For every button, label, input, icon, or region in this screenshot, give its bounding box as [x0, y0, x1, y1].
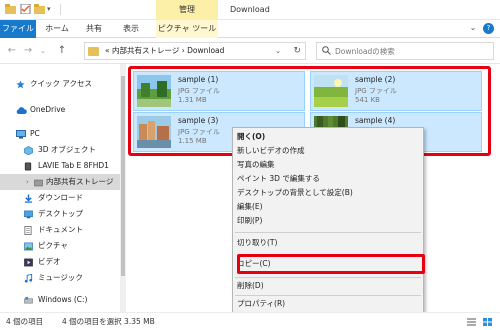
folder-icon — [5, 4, 16, 14]
sidebar-item-internal-storage[interactable]: › 内部共有ストレージ — [0, 174, 120, 190]
title-bar: ▾ 管理 Download — [0, 0, 500, 20]
manage-context-header: 管理 — [156, 0, 218, 20]
menu-separator — [235, 295, 421, 296]
sidebar-scrollbar[interactable] — [120, 64, 126, 312]
menu-item-properties[interactable]: プロパティ(R) — [233, 297, 423, 311]
breadcrumb: « 内部共有ストレージ › Download — [105, 43, 224, 59]
navigation-pane: クイック アクセス OneDrive PC 3D オブジェクト LAVIE Ta… — [0, 64, 120, 312]
folder-icon — [88, 47, 99, 56]
menu-separator — [235, 232, 421, 233]
sidebar-item-label: Windows (C:) — [38, 295, 88, 304]
new-folder-icon[interactable] — [34, 4, 45, 14]
breadcrumb-overflow[interactable]: « — [105, 46, 110, 55]
menu-item-edit[interactable]: 編集(E) — [233, 200, 423, 214]
menu-separator — [235, 277, 421, 278]
search-box — [316, 42, 494, 60]
sidebar-item-onedrive[interactable]: OneDrive — [0, 102, 120, 118]
window-title: Download — [230, 5, 270, 14]
computer-icon — [16, 130, 26, 139]
ribbon-tabs: ファイル ホーム 共有 表示 ピクチャ ツール ⌄ ? — [0, 20, 500, 38]
expand-ribbon-icon[interactable]: ⌄ — [468, 23, 478, 33]
sidebar-item-pc[interactable]: PC — [0, 126, 120, 142]
sidebar-item-videos[interactable]: ビデオ — [0, 254, 120, 270]
help-icon[interactable]: ? — [483, 23, 494, 34]
tab-picture-tools[interactable]: ピクチャ ツール — [156, 20, 218, 38]
status-bar: 4 個の項目 4 個の項目を選択 3.35 MB — [0, 312, 500, 330]
sidebar-item-label: 3D オブジェクト — [38, 145, 96, 154]
tablet-icon — [24, 162, 32, 171]
large-icons-view-icon[interactable] — [482, 317, 493, 327]
menu-item-open[interactable]: 開く(O) — [233, 130, 423, 144]
sidebar-item-pictures[interactable]: ピクチャ — [0, 238, 120, 254]
sidebar-item-label: デスクトップ — [38, 209, 83, 218]
menu-item-delete[interactable]: 削除(D) — [233, 279, 423, 293]
sidebar-item-label: クイック アクセス — [30, 79, 93, 88]
breadcrumb-item-internal-storage[interactable]: 内部共有ストレージ — [112, 46, 179, 55]
video-icon — [24, 258, 33, 267]
sidebar-item-documents[interactable]: ドキュメント — [0, 222, 120, 238]
storage-icon — [34, 179, 43, 187]
sidebar-item-lavie-tab[interactable]: LAVIE Tab E 8FHD1 — [0, 158, 120, 174]
sidebar-item-desktop[interactable]: デスクトップ — [0, 206, 120, 222]
item-count: 4 個の項目 — [6, 317, 44, 326]
manage-context-label: 管理 — [179, 5, 195, 14]
sidebar-item-music[interactable]: ミュージック — [0, 270, 120, 286]
breadcrumb-item-download[interactable]: Download — [187, 46, 224, 55]
search-icon — [322, 46, 331, 55]
document-icon — [24, 226, 32, 235]
cloud-icon — [16, 107, 27, 114]
menu-item-new-video[interactable]: 新しいビデオの作成 — [233, 144, 423, 158]
menu-item-print[interactable]: 印刷(P) — [233, 214, 423, 228]
menu-item-edit-paint3d[interactable]: ペイント 3D で編集する — [233, 172, 423, 186]
sidebar-item-label: OneDrive — [30, 105, 66, 114]
sidebar-item-3d-objects[interactable]: 3D オブジェクト — [0, 142, 120, 158]
context-menu: 開く(O) 新しいビデオの作成 写真の編集 ペイント 3D で編集する デスクト… — [232, 127, 424, 313]
copy-highlight-frame — [237, 254, 425, 274]
sidebar-item-quick-access[interactable]: クイック アクセス — [0, 76, 120, 92]
divider — [60, 4, 61, 15]
breadcrumb-separator: › — [181, 46, 185, 55]
scrollbar-thumb[interactable] — [121, 76, 125, 276]
picture-icon — [24, 242, 33, 251]
address-bar[interactable]: « 内部共有ストレージ › Download ⌄ ↻ — [84, 42, 306, 60]
tab-home[interactable]: ホーム — [40, 20, 74, 38]
sidebar-item-windows-c[interactable]: Windows (C:) — [0, 292, 120, 308]
menu-item-set-desktop-background[interactable]: デスクトップの背景として設定(B) — [233, 186, 423, 200]
star-icon — [16, 80, 25, 89]
desktop-icon — [24, 210, 33, 219]
tab-view[interactable]: 表示 — [114, 20, 148, 38]
search-input[interactable] — [335, 43, 485, 59]
customize-quick-access-icon[interactable]: ▾ — [47, 4, 58, 14]
back-arrow-icon[interactable]: ← — [6, 44, 18, 58]
details-view-icon[interactable] — [466, 317, 477, 327]
forward-arrow-icon[interactable]: → — [22, 44, 34, 58]
sidebar-item-label: LAVIE Tab E 8FHD1 — [38, 161, 109, 170]
navigation-bar: ← → ⌄ ↑ « 内部共有ストレージ › Download ⌄ ↻ — [0, 38, 500, 64]
sidebar-item-label: 内部共有ストレージ — [46, 177, 114, 186]
sidebar-item-downloads[interactable]: ダウンロード — [0, 190, 120, 206]
sidebar-item-label: ミュージック — [38, 273, 83, 282]
sidebar-item-label: PC — [30, 129, 40, 138]
properties-icon[interactable] — [20, 4, 31, 14]
refresh-icon[interactable]: ↻ — [293, 43, 301, 59]
up-arrow-icon[interactable]: ↑ — [56, 44, 68, 58]
tab-share[interactable]: 共有 — [80, 20, 108, 38]
sidebar-item-label: ビデオ — [38, 257, 61, 266]
sidebar-item-label: ドキュメント — [38, 225, 83, 234]
menu-item-edit-photo[interactable]: 写真の編集 — [233, 158, 423, 172]
tab-file[interactable]: ファイル — [0, 20, 36, 38]
sidebar-item-label: ダウンロード — [38, 193, 83, 202]
drive-icon — [24, 296, 33, 304]
address-dropdown-icon[interactable]: ⌄ — [275, 43, 281, 59]
download-icon — [24, 194, 33, 203]
selection-summary: 4 個の項目を選択 3.35 MB — [62, 317, 155, 326]
recent-locations-icon[interactable]: ⌄ — [38, 44, 48, 58]
music-icon — [24, 274, 33, 283]
sidebar-item-label: ピクチャ — [38, 241, 68, 250]
cube-icon — [24, 146, 33, 155]
menu-item-cut[interactable]: 切り取り(T) — [233, 236, 423, 250]
expand-arrow-icon[interactable]: › — [26, 174, 29, 190]
